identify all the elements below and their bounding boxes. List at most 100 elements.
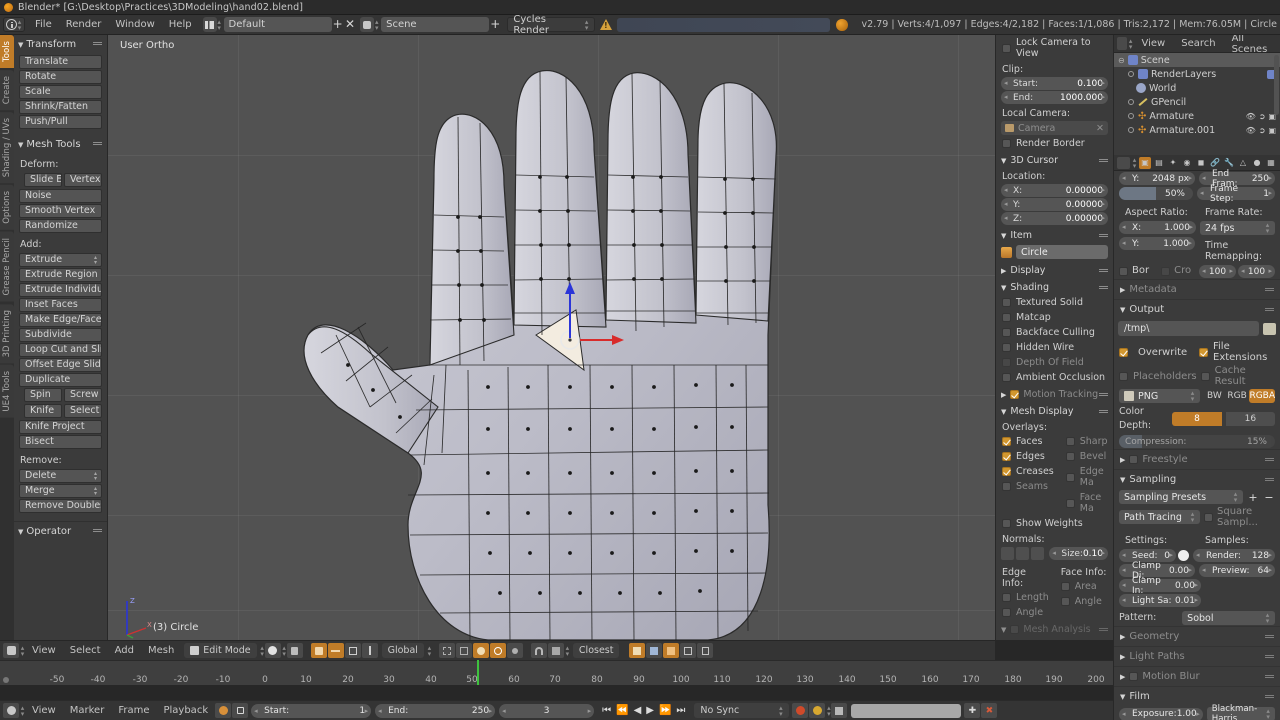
face-angle-checkbox[interactable] [1060, 597, 1070, 606]
decrement-icon[interactable]: ◂ [1004, 79, 1008, 87]
textured-solid-checkbox[interactable] [1002, 298, 1011, 307]
chevron-updown-icon[interactable]: ▴ ▾ [1132, 156, 1137, 169]
tool-scale[interactable]: Scale [19, 85, 102, 99]
remove-preset-button[interactable]: − [1263, 491, 1275, 504]
proportional-falloff-icon[interactable] [489, 643, 506, 658]
face-marks-checkbox[interactable] [1065, 498, 1075, 508]
exposure-field[interactable]: ◂ Exposure: 1.00 ▸ [1119, 707, 1203, 720]
uv-editor-icon[interactable] [680, 643, 697, 658]
hidden-wire-row[interactable]: Hidden Wire [996, 340, 1113, 355]
edges-row[interactable]: Edges [996, 449, 1060, 464]
channels-bw-button[interactable]: BW [1204, 389, 1225, 403]
jump-start-icon[interactable]: ⏮ [600, 705, 613, 716]
bevel-checkbox[interactable] [1065, 452, 1075, 461]
menu-window[interactable]: Window [108, 17, 161, 32]
creases-checkbox[interactable] [1002, 467, 1011, 476]
tool-extrude-individual[interactable]: Extrude Individual [19, 283, 102, 297]
local-camera-field[interactable]: Camera ✕ [1001, 121, 1108, 135]
tool-inset-faces[interactable]: Inset Faces [19, 298, 102, 312]
record-icon[interactable] [792, 703, 809, 718]
increment-icon[interactable]: ▸ [1188, 239, 1192, 247]
creases-row[interactable]: Creases [996, 464, 1060, 479]
decrement-icon[interactable]: ◂ [1202, 174, 1206, 182]
world-properties-icon[interactable]: ◉ [1181, 157, 1193, 169]
increment-icon[interactable]: ▸ [1189, 223, 1193, 231]
tool-bisect[interactable]: Bisect [19, 435, 102, 449]
remove-keyframe-icon[interactable]: ✖ [981, 703, 998, 718]
selectability-icon[interactable]: ➲ [1259, 126, 1266, 135]
tool-knife-project[interactable]: Knife Project [19, 420, 102, 434]
backface-culling-checkbox[interactable] [1002, 328, 1011, 337]
item-name-field[interactable]: Circle [1016, 245, 1108, 259]
increment-icon[interactable]: ▸ [588, 707, 592, 715]
decrement-icon[interactable]: ◂ [1004, 200, 1008, 208]
mesh-tools-panel-header[interactable]: ▼ Mesh Tools [14, 135, 107, 154]
preview-samples-field[interactable]: ◂ Preview: 64 ▸ [1199, 564, 1275, 577]
expand-icon[interactable]: ⊖ [1118, 56, 1125, 65]
constraints-properties-icon[interactable]: 🔗 [1209, 157, 1221, 169]
face-select-icon[interactable] [344, 643, 361, 658]
next-keyframe-icon[interactable]: ⏩ [657, 705, 673, 716]
toolshelf-tab-shading-uvs[interactable]: Shading / UVs [0, 112, 14, 184]
menu-render[interactable]: Render [59, 17, 109, 32]
tool-make-edge-face[interactable]: Make Edge/Face [19, 313, 102, 327]
clip-end-field[interactable]: ◂ End: 1000.000 ▸ [1001, 91, 1108, 104]
color-depth-8-button[interactable]: 8 [1172, 412, 1222, 426]
decrement-icon[interactable]: ◂ [1004, 93, 1008, 101]
sync-mode-select[interactable]: No Sync ▴ ▾ [694, 703, 790, 718]
decrement-icon[interactable]: ◂ [1122, 596, 1126, 604]
sharp-checkbox[interactable] [1065, 437, 1075, 446]
sampling-panel-header[interactable]: ▼ Sampling [1114, 469, 1280, 489]
toolshelf-tab-3d-printing[interactable]: 3D Printing [0, 303, 14, 364]
outliner-row-renderlayers[interactable]: RenderLayers [1114, 67, 1280, 81]
increment-icon[interactable]: ▸ [489, 707, 493, 715]
increment-icon[interactable]: ▸ [1229, 267, 1233, 275]
geometry-panel-header[interactable]: ▶ Geometry [1114, 626, 1280, 646]
decrement-icon[interactable]: ◂ [1196, 551, 1200, 559]
tool-duplicate[interactable]: Duplicate [19, 373, 102, 387]
cursor-z-field[interactable]: ◂ Z: 0.00000 ▸ [1001, 212, 1108, 225]
menu-file[interactable]: File [28, 17, 59, 32]
editor-type-selector[interactable]: ▴ ▾ [3, 17, 25, 32]
add-layout-button[interactable]: + [332, 18, 344, 31]
selectability-icon[interactable]: ➲ [1259, 112, 1266, 121]
tool-randomize[interactable]: Randomize [19, 219, 102, 233]
auto-keyframe-icon[interactable] [215, 703, 232, 718]
cursor-x-field[interactable]: ◂ X: 0.00000 ▸ [1001, 184, 1108, 197]
tool-shrink-fatten[interactable]: Shrink/Fatten [19, 100, 102, 114]
transform-manipulator[interactable] [548, 280, 638, 390]
cursor-y-field[interactable]: ◂ Y: 0.00000 ▸ [1001, 198, 1108, 211]
increment-icon[interactable]: ▸ [1268, 267, 1272, 275]
render-properties-icon[interactable]: ▣ [1139, 156, 1151, 169]
overwrite-checkbox[interactable] [1119, 347, 1128, 357]
scene-chevron-icon[interactable]: ▴ ▾ [374, 18, 379, 31]
decrement-icon[interactable]: ◂ [1004, 186, 1008, 194]
decrement-icon[interactable]: ◂ [378, 707, 382, 715]
add-preset-button[interactable]: + [1247, 491, 1259, 504]
square-samples-checkbox[interactable] [1204, 512, 1213, 522]
layout-chevron-icon[interactable]: ▴ ▾ [217, 18, 222, 31]
backface-culling-row[interactable]: Backface Culling [996, 325, 1113, 340]
mesh-analysis-panel-header[interactable]: ▼ Mesh Analysis [996, 620, 1113, 637]
tool-slide-edge[interactable]: Slide Ed [24, 173, 62, 187]
snap-chevron-icon[interactable]: ▴ ▾ [565, 644, 570, 657]
render-border-row[interactable]: Render Border [996, 136, 1113, 151]
copy-icon[interactable] [697, 643, 714, 658]
frame-step-field[interactable]: ◂ Frame Step: 1 ▸ [1197, 184, 1275, 204]
tool-subdivide[interactable]: Subdivide [19, 328, 102, 342]
outliner-scrollbar[interactable] [1274, 55, 1279, 115]
data-properties-icon[interactable]: △ [1237, 157, 1249, 169]
item-panel-header[interactable]: ▼ Item [996, 226, 1113, 243]
output-panel-header[interactable]: ▼ Output [1114, 299, 1280, 319]
folder-icon[interactable] [1263, 322, 1276, 335]
face-normals-icon[interactable] [1031, 547, 1045, 560]
frame-rate-select[interactable]: 24 fps ▴ ▾ [1200, 221, 1275, 235]
toolshelf-tab-grease-pencil[interactable]: Grease Pencil [0, 232, 14, 302]
face-angle-row[interactable]: Angle [1055, 594, 1113, 609]
seams-checkbox[interactable] [1002, 482, 1011, 491]
texture-properties-icon[interactable]: ▦ [1265, 157, 1277, 169]
show-weights-checkbox[interactable] [1002, 519, 1011, 528]
decrement-icon[interactable]: ◂ [1122, 239, 1126, 247]
sharp-row[interactable]: Sharp [1060, 434, 1113, 449]
manipulator-translate-icon[interactable] [361, 643, 378, 658]
